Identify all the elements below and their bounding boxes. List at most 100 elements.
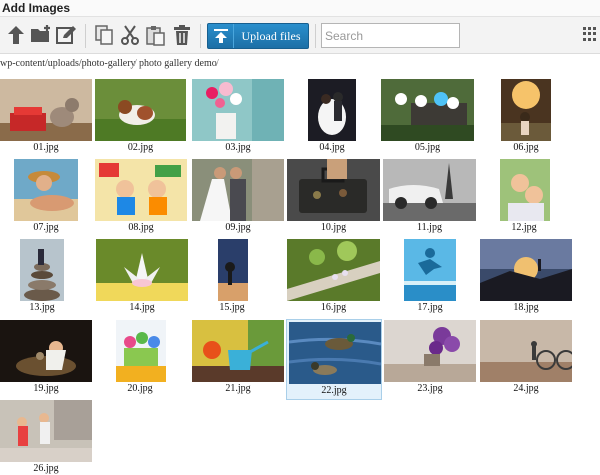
image-filename: 09.jpg <box>225 222 251 233</box>
image-item[interactable]: 18.jpg <box>480 239 572 313</box>
image-filename: 03.jpg <box>225 142 251 153</box>
toolbar-separator <box>315 24 316 48</box>
edit-button[interactable] <box>54 23 78 47</box>
image-filename: 20.jpg <box>127 383 153 394</box>
image-thumbnail <box>289 322 381 384</box>
image-filename: 10.jpg <box>320 222 347 233</box>
image-thumbnail <box>287 239 380 301</box>
image-thumbnail <box>95 79 186 141</box>
image-thumbnail <box>480 239 572 301</box>
image-thumbnail <box>14 159 78 221</box>
image-filename: 13.jpg <box>29 302 55 313</box>
image-item[interactable]: 11.jpg <box>383 159 476 233</box>
image-item[interactable]: 21.jpg <box>192 320 284 394</box>
image-thumbnail <box>501 79 551 141</box>
image-item[interactable]: 20.jpg <box>110 320 170 394</box>
image-thumbnail <box>0 400 92 462</box>
breadcrumb-separator: / <box>216 58 219 69</box>
dialog-title-bar: Add Images <box>0 0 600 17</box>
image-item[interactable]: 05.jpg <box>381 79 474 153</box>
upload-files-button[interactable]: Upload files <box>207 23 309 49</box>
image-filename: 18.jpg <box>513 302 539 313</box>
image-filename: 01.jpg <box>33 142 59 153</box>
breadcrumb: wp-content/uploads/photo-gallery / photo… <box>0 56 600 72</box>
image-filename: 16.jpg <box>320 302 347 313</box>
image-item[interactable]: 02.jpg <box>95 79 186 153</box>
image-item[interactable]: 26.jpg <box>0 400 92 475</box>
image-filename: 19.jpg <box>33 383 59 394</box>
image-item[interactable]: 23.jpg <box>384 320 476 394</box>
image-thumbnail <box>308 79 356 141</box>
image-filename: 15.jpg <box>219 302 245 313</box>
image-item[interactable]: 19.jpg <box>0 320 92 394</box>
copy-icon <box>95 25 113 45</box>
image-filename: 23.jpg <box>417 383 443 394</box>
image-item[interactable]: 08.jpg <box>95 159 187 233</box>
delete-button[interactable] <box>170 23 194 47</box>
image-filename: 14.jpg <box>129 302 155 313</box>
image-filename: 17.jpg <box>417 302 443 313</box>
image-filename: 06.jpg <box>513 142 539 153</box>
image-thumbnail <box>192 79 284 141</box>
upload-icon <box>208 24 234 48</box>
image-thumbnail <box>0 79 92 141</box>
image-filename: 07.jpg <box>33 222 59 233</box>
image-item[interactable]: 16.jpg <box>287 239 380 313</box>
search-input[interactable] <box>321 23 460 48</box>
image-filename: 08.jpg <box>128 222 154 233</box>
image-filename: 11.jpg <box>417 222 442 233</box>
toolbar: Upload files <box>0 17 600 54</box>
dialog-title: Add Images <box>2 1 71 15</box>
edit-icon <box>56 26 76 44</box>
cut-icon <box>121 25 139 45</box>
image-item[interactable]: 10.jpg <box>287 159 380 233</box>
image-filename: 02.jpg <box>127 142 154 153</box>
cut-button[interactable] <box>118 23 142 47</box>
upload-files-label: Upload files <box>241 28 301 43</box>
image-thumbnail <box>480 320 572 382</box>
image-item-selected[interactable]: 22.jpg <box>286 319 382 400</box>
breadcrumb-folder[interactable]: photo gallery demo <box>139 58 217 69</box>
image-filename: 12.jpg <box>511 222 537 233</box>
image-item[interactable]: 14.jpg <box>96 239 188 313</box>
image-thumbnail <box>116 320 166 382</box>
toolbar-separator <box>200 24 201 48</box>
image-grid: 01.jpg 02.jpg 03.jpg 04.jpg 05.jpg 06.jp… <box>0 74 600 475</box>
image-thumbnail <box>383 159 476 221</box>
copy-button[interactable] <box>92 23 116 47</box>
trash-icon <box>174 25 190 45</box>
go-up-button[interactable] <box>4 23 28 47</box>
image-item[interactable]: 24.jpg <box>480 320 572 394</box>
paste-button[interactable] <box>144 23 168 47</box>
image-item[interactable]: 13.jpg <box>12 239 72 313</box>
new-folder-button[interactable] <box>29 23 53 47</box>
toolbar-separator <box>85 24 86 48</box>
image-item[interactable]: 07.jpg <box>12 159 80 233</box>
image-item[interactable]: 06.jpg <box>496 79 556 153</box>
image-thumbnail <box>404 239 456 301</box>
grid-view-icon[interactable] <box>583 27 597 41</box>
image-thumbnail <box>287 159 380 221</box>
image-thumbnail <box>500 159 550 221</box>
image-item[interactable]: 04.jpg <box>302 79 362 153</box>
image-thumbnail <box>96 239 188 301</box>
image-item[interactable]: 15.jpg <box>212 239 252 313</box>
image-thumbnail <box>381 79 474 141</box>
image-filename: 05.jpg <box>414 142 441 153</box>
image-thumbnail <box>192 159 284 221</box>
image-thumbnail <box>0 320 92 382</box>
image-thumbnail <box>20 239 64 301</box>
arrow-up-icon <box>8 26 24 44</box>
image-thumbnail <box>192 320 284 382</box>
image-item[interactable]: 03.jpg <box>192 79 284 153</box>
image-filename: 24.jpg <box>513 383 539 394</box>
image-item[interactable]: 17.jpg <box>400 239 460 313</box>
image-item[interactable]: 12.jpg <box>494 159 554 233</box>
image-filename: 21.jpg <box>225 383 251 394</box>
breadcrumb-separator: / <box>134 58 137 69</box>
image-item[interactable]: 09.jpg <box>192 159 284 233</box>
breadcrumb-path[interactable]: wp-content/uploads/photo-gallery <box>0 58 136 69</box>
new-folder-icon <box>31 25 50 42</box>
image-thumbnail <box>95 159 187 221</box>
image-item[interactable]: 01.jpg <box>0 79 92 153</box>
